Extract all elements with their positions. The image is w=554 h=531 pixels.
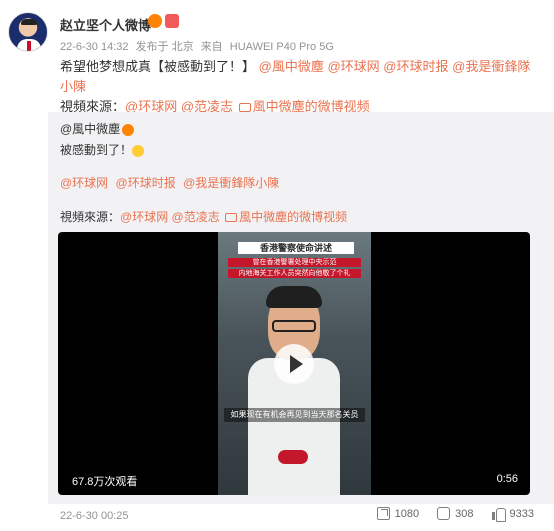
post-meta: 22-6-30 14:32 发布于 北京 来自 HUAWEI P40 Pro 5… <box>60 38 338 54</box>
video-link-icon <box>238 103 251 113</box>
avatar[interactable] <box>8 12 48 52</box>
mention-link[interactable]: @环球网 <box>327 59 379 74</box>
post-text: 希望他梦想成真【被感動到了！】 <box>60 59 256 74</box>
officer-hair <box>266 286 322 308</box>
mention-link[interactable]: @环球时报 <box>383 59 448 74</box>
video-player[interactable]: 香港警察使命讲述 曾在香港警署处理中央示范 内地海关工作人员突然向他敬了个礼 如… <box>58 232 530 495</box>
repost-card: @風中微塵 被感動到了！ @环球网 @环球时报 @我是衝鋒隊小陳 視頻來源：@环… <box>48 112 554 504</box>
mention-link[interactable]: @我是衝鋒隊小陳 <box>183 176 279 190</box>
repost-time[interactable]: 22-6-30 00:25 <box>60 510 129 522</box>
share-icon <box>376 507 390 520</box>
avatar-hair <box>21 19 37 25</box>
play-icon[interactable] <box>274 344 314 384</box>
username[interactable]: 赵立坚个人微博 <box>60 15 151 34</box>
repost-source-line: 視頻來源：@环球网 @范凌志 風中微塵的微博视频 <box>60 208 347 225</box>
repost-header: @風中微塵 被感動到了！ <box>60 120 145 158</box>
video-duration: 0:56 <box>496 473 518 485</box>
repost-mentions: @环球网 @环球时报 @我是衝鋒隊小陳 <box>60 174 283 191</box>
device-prefix: 来自 <box>200 41 223 53</box>
like-count: 9333 <box>509 507 534 520</box>
user-badges <box>148 14 179 28</box>
post-location: 发布于 北京 <box>135 41 194 53</box>
post-device: HUAWEI P40 Pro 5G <box>229 41 334 53</box>
verified-badge-icon <box>122 123 135 136</box>
crying-emoji-icon <box>132 144 145 157</box>
mention-link[interactable]: @范凌志 <box>172 210 220 224</box>
weibo-post: 赵立坚个人微博 22-6-30 14:32 发布于 北京 来自 HUAWEI P… <box>0 0 554 531</box>
source-label: 視頻來源： <box>60 210 121 224</box>
like-icon <box>491 507 506 522</box>
repost-author-line: @風中微塵 <box>60 120 144 137</box>
avatar-tie <box>27 41 31 51</box>
video-link-icon <box>225 213 238 223</box>
like-button[interactable]: 9333 <box>491 507 534 522</box>
mention-link[interactable]: @風中微塵 <box>259 59 324 74</box>
repost-author[interactable]: @風中微塵 <box>60 122 120 136</box>
video-officer-figure <box>248 286 340 495</box>
video-banner: 内地海关工作人员突然向他敬了个礼 <box>228 269 361 278</box>
comment-icon <box>437 507 451 520</box>
video-subtitle: 如果现在有机会再见到当天那名关员 <box>224 408 365 422</box>
action-bar: 1080 308 9333 <box>376 507 534 522</box>
officer-glasses <box>272 320 316 332</box>
share-count: 1080 <box>394 507 420 520</box>
member-badge-icon <box>165 14 179 28</box>
comment-count: 308 <box>455 507 474 520</box>
comment-button[interactable]: 308 <box>437 507 474 520</box>
view-count: 67.8万次观看 <box>72 476 138 488</box>
microphone-logo-icon <box>278 450 308 464</box>
mention-link[interactable]: @环球网 <box>120 210 168 224</box>
verified-badge-icon <box>148 14 162 28</box>
post-content: 希望他梦想成真【被感動到了！】 @風中微塵 @环球网 @环球时报 @我是衝鋒隊小… <box>60 57 540 117</box>
mention-link[interactable]: @环球网 <box>60 176 108 190</box>
video-banner: 曾在香港警署处理中央示范 <box>228 258 361 267</box>
video-link[interactable]: 風中微塵的微博视频 <box>239 210 347 224</box>
share-button[interactable]: 1080 <box>376 507 420 520</box>
video-title-bar: 香港警察使命讲述 <box>238 242 354 254</box>
post-time[interactable]: 22-6-30 14:32 <box>60 41 129 53</box>
mention-link[interactable]: @环球时报 <box>116 176 176 190</box>
repost-text: 被感動到了！ <box>60 143 133 157</box>
repost-text-line: 被感動到了！ <box>60 141 145 158</box>
